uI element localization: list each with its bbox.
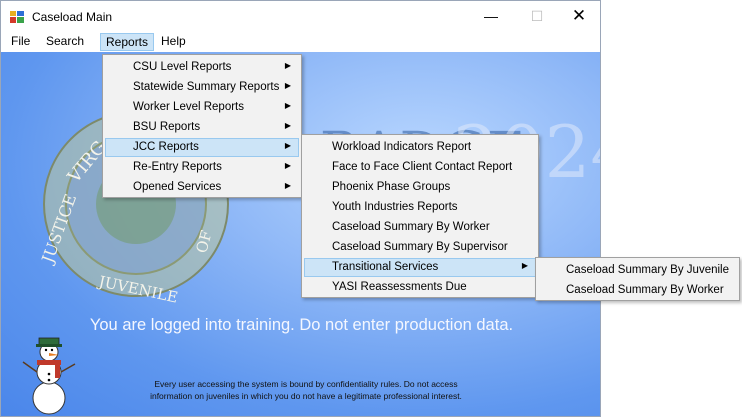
confidentiality-notice: Every user accessing the system is bound… <box>106 378 506 402</box>
menu-item-yasi-reassessments-due[interactable]: YASI Reassessments Due <box>304 278 536 297</box>
menu-item-statewide-summary-reports[interactable]: Statewide Summary Reports ▶ <box>105 78 299 97</box>
menu-item-workload-indicators-report[interactable]: Workload Indicators Report <box>304 138 536 157</box>
menu-item-opened-services[interactable]: Opened Services ▶ <box>105 178 299 197</box>
menu-search[interactable]: Search <box>41 33 89 50</box>
submenu-arrow-icon: ▶ <box>284 161 291 170</box>
submenu-arrow-icon: ▶ <box>284 181 291 190</box>
menu-reports[interactable]: Reports <box>100 33 155 51</box>
maximize-button[interactable]: ☐ <box>514 1 560 31</box>
transitional-services-submenu: Caseload Summary By Juvenile Caseload Su… <box>535 257 740 301</box>
title-bar[interactable]: Caseload Main — ☐ ✕ <box>1 1 600 31</box>
jcc-reports-submenu: Workload Indicators Report Face to Face … <box>301 134 539 298</box>
menu-item-transitional-caseload-summary-by-worker[interactable]: Caseload Summary By Worker <box>538 281 737 300</box>
menu-item-csu-level-reports[interactable]: CSU Level Reports ▶ <box>105 58 299 77</box>
confidentiality-line-2: information on juveniles in which you do… <box>150 391 462 401</box>
menu-item-caseload-summary-by-juvenile[interactable]: Caseload Summary By Juvenile <box>538 261 737 280</box>
submenu-arrow-icon: ▶ <box>284 61 291 70</box>
app-icon <box>10 11 24 23</box>
minimize-button[interactable]: — <box>468 1 514 31</box>
menu-item-transitional-services[interactable]: Transitional Services ▶ <box>304 258 536 277</box>
menu-item-bsu-reports[interactable]: BSU Reports ▶ <box>105 118 299 137</box>
submenu-arrow-icon: ▶ <box>284 81 291 90</box>
snowman-icon <box>22 337 76 415</box>
menu-file[interactable]: File <box>6 33 35 50</box>
submenu-arrow-icon: ▶ <box>284 141 291 150</box>
menu-item-youth-industries-reports[interactable]: Youth Industries Reports <box>304 198 536 217</box>
window-title: Caseload Main <box>32 10 113 24</box>
menu-bar: File Search Reports Help <box>1 31 600 52</box>
menu-item-caseload-summary-by-worker[interactable]: Caseload Summary By Worker <box>304 218 536 237</box>
submenu-arrow-icon: ▶ <box>284 121 291 130</box>
menu-item-face-to-face-client-contact-report[interactable]: Face to Face Client Contact Report <box>304 158 536 177</box>
menu-item-jcc-reports[interactable]: JCC Reports ▶ <box>105 138 299 157</box>
menu-item-phoenix-phase-groups[interactable]: Phoenix Phase Groups <box>304 178 536 197</box>
menu-item-re-entry-reports[interactable]: Re-Entry Reports ▶ <box>105 158 299 177</box>
menu-help[interactable]: Help <box>156 33 191 50</box>
submenu-arrow-icon: ▶ <box>284 101 291 110</box>
close-button[interactable]: ✕ <box>556 1 600 31</box>
submenu-arrow-icon: ▶ <box>521 261 528 270</box>
menu-item-caseload-summary-by-supervisor[interactable]: Caseload Summary By Supervisor <box>304 238 536 257</box>
menu-item-worker-level-reports[interactable]: Worker Level Reports ▶ <box>105 98 299 117</box>
training-notice: You are logged into training. Do not ent… <box>89 316 514 334</box>
confidentiality-line-1: Every user accessing the system is bound… <box>154 379 458 389</box>
reports-dropdown: CSU Level Reports ▶ Statewide Summary Rep… <box>102 54 302 198</box>
